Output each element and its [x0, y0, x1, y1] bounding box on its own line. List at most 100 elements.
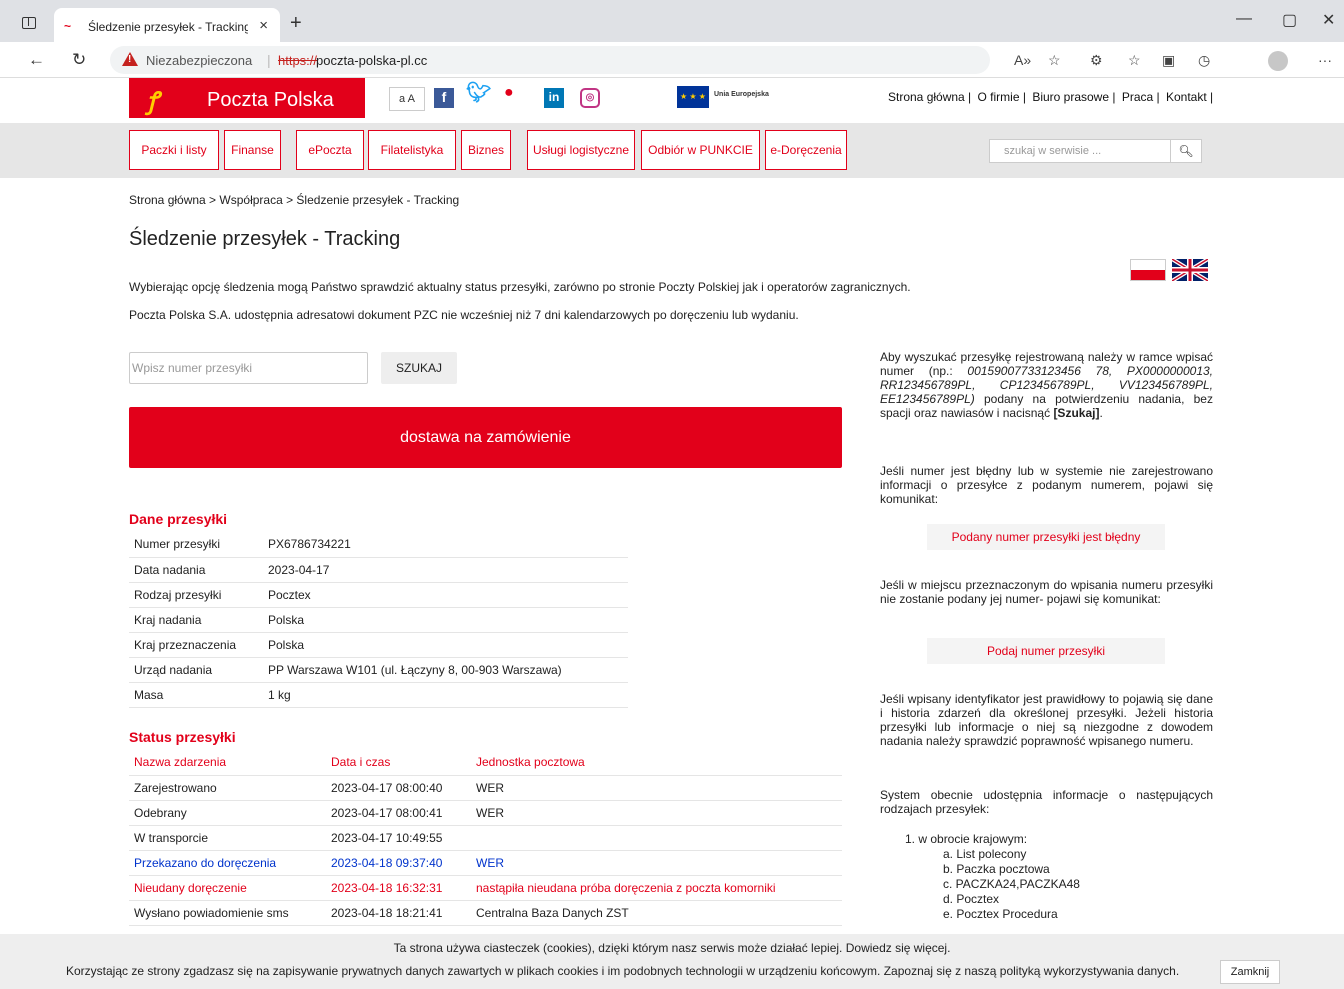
table-row: W transporcie 2023-04-17 10:49:55	[129, 825, 842, 851]
intro-text-1: Wybierając opcję śledzenia mogą Państwo …	[129, 280, 911, 294]
list-item: b. Paczka pocztowa	[943, 862, 1050, 876]
cookie-text-2[interactable]: Korzystając ze strony zgadzasz się na za…	[66, 964, 1179, 978]
horn-logo-icon: ꝭ	[147, 88, 159, 115]
uk-flag-icon[interactable]	[1172, 259, 1208, 281]
main-menu: Paczki i listy Finanse ePoczta Filatelis…	[0, 123, 1344, 178]
postal-unit: nastąpiła nieudana próba doręczenia z po…	[471, 875, 842, 901]
add-favorite-icon[interactable]: ☆	[1048, 52, 1061, 69]
blog-icon[interactable]: ●	[504, 84, 514, 102]
menu-item-epoczta[interactable]: ePoczta	[296, 130, 364, 170]
insecure-label: Niezabezpieczona	[146, 53, 253, 68]
field-value: 2023-04-17	[263, 557, 628, 583]
event-datetime: 2023-04-17 08:00:40	[326, 775, 471, 801]
url-protocol: https://	[278, 53, 318, 68]
table-row: Urząd nadania PP Warszawa W101 (ul. Łączy…	[129, 657, 628, 683]
cookie-banner: Ta strona używa ciasteczek (cookies), dz…	[0, 934, 1344, 989]
table-row: Kraj nadania Polska	[129, 607, 628, 633]
top-link-press[interactable]: Biuro prasowe |	[1032, 90, 1115, 104]
field-value: Polska	[263, 607, 628, 633]
tab-title: Śledzenie przesyłek - Tracking | e	[88, 20, 248, 34]
event-name: Odebrany	[129, 800, 326, 826]
event-datetime: 2023-04-17 08:00:41	[326, 800, 471, 826]
list-item: d. Pocztex	[943, 892, 1000, 906]
menu-item-e-delivery[interactable]: e-Doręczenia	[765, 130, 847, 170]
search-icon[interactable]: 🔍︎	[1170, 139, 1202, 163]
cookie-close-button[interactable]: Zamknij	[1220, 960, 1280, 984]
top-links: Strona główna | O firmie | Biuro prasowe…	[888, 90, 1216, 104]
brand-logo[interactable]: ꝭ Poczta Polska	[129, 78, 365, 118]
history-icon[interactable]: ◷	[1198, 52, 1210, 69]
postal-unit: WER	[471, 850, 842, 876]
cookie-text-1[interactable]: Ta strona używa ciasteczek (cookies), dz…	[0, 941, 1344, 955]
table-row: Data nadania 2023-04-17	[129, 557, 628, 583]
tab-actions-icon[interactable]	[22, 17, 36, 29]
top-link-contact[interactable]: Kontakt |	[1166, 90, 1213, 104]
address-bar: ← ↻ Niezabezpieczona | https:// poczta-p…	[0, 42, 1344, 78]
tracking-number-input[interactable]: Wpisz numer przesyłki	[129, 352, 368, 384]
browser-tab[interactable]: ~ Śledzenie przesyłek - Tracking | e ×	[54, 8, 280, 42]
table-row: Numer przesyłki PX6786734221	[129, 532, 628, 558]
linkedin-icon[interactable]: in	[544, 88, 564, 108]
top-link-home[interactable]: Strona główna |	[888, 90, 971, 104]
more-icon[interactable]: ···	[1318, 52, 1332, 68]
help-paragraph-5: System obecnie udostępnia informacje o n…	[880, 788, 1213, 816]
refresh-icon[interactable]: ↻	[72, 50, 86, 70]
postal-unit: Centralna Baza Danych ZST	[471, 900, 842, 926]
event-name: W transporcie	[129, 825, 326, 851]
table-row: Masa 1 kg	[129, 682, 628, 708]
field-label: Data nadania	[129, 557, 263, 583]
tracking-search-button[interactable]: SZUKAJ	[381, 352, 457, 384]
status-section-title: Status przesyłki	[129, 729, 236, 745]
menu-item-business[interactable]: Biznes	[461, 130, 511, 170]
profile-avatar[interactable]	[1268, 51, 1288, 71]
shipment-section-title: Dane przesyłki	[129, 511, 228, 527]
table-row: Przekazano do doręczenia 2023-04-18 09:37…	[129, 850, 842, 876]
url-host: poczta-polska-pl.cc	[316, 53, 428, 68]
menu-item-parcels[interactable]: Paczki i listy	[129, 130, 219, 170]
menu-item-philately[interactable]: Filatelistyka	[368, 130, 456, 170]
new-tab-icon[interactable]: +	[290, 12, 302, 35]
table-header-row: Nazwa zdarzenia Data i czas Jednostka pocz…	[129, 750, 842, 776]
top-link-about[interactable]: O firmie |	[978, 90, 1026, 104]
url-separator: |	[267, 52, 271, 68]
postal-unit: WER	[471, 800, 842, 826]
delivery-on-demand-button[interactable]: dostawa na zamówienie	[129, 407, 842, 468]
collections-icon[interactable]: ▣	[1162, 52, 1175, 69]
brand-name: Poczta Polska	[207, 89, 334, 111]
top-link-jobs[interactable]: Praca |	[1122, 90, 1160, 104]
minimize-icon[interactable]: —	[1236, 10, 1252, 28]
site-search-input[interactable]: szukaj w serwisie ...	[989, 139, 1171, 163]
twitter-icon[interactable]: 🐦︎	[466, 83, 491, 103]
event-name: Wysłano powiadomienie sms	[129, 900, 326, 926]
facebook-icon[interactable]: f	[434, 88, 454, 108]
help-paragraph-1: Aby wyszukać przesyłkę rejestrowaną nale…	[880, 350, 1213, 420]
table-row: Odebrany 2023-04-17 08:00:41 WER	[129, 800, 842, 826]
field-value: 1 kg	[263, 682, 628, 708]
breadcrumb[interactable]: Strona główna > Współpraca > Śledzenie p…	[129, 193, 459, 207]
menu-item-logistics[interactable]: Usługi logistyczne	[527, 130, 635, 170]
url-field[interactable]: Niezabezpieczona | https:// poczta-polsk…	[110, 46, 990, 74]
field-value: Polska	[263, 632, 628, 658]
menu-item-finance[interactable]: Finanse	[224, 130, 281, 170]
extensions-icon[interactable]: ⚙	[1090, 52, 1103, 69]
instagram-icon[interactable]: ◎	[580, 88, 600, 108]
page: ꝭ Poczta Polska a A f 🐦︎ ● in ◎ ★ ★ ★ Un…	[0, 78, 1344, 989]
help-paragraph-2: Jeśli numer jest błędny lub w systemie n…	[880, 464, 1213, 506]
close-tab-icon[interactable]: ×	[259, 17, 268, 34]
font-size-toggle[interactable]: a A	[389, 87, 425, 111]
favorites-icon[interactable]: ☆	[1128, 52, 1141, 69]
field-label: Rodzaj przesyłki	[129, 582, 263, 608]
error-message-no-number: Podaj numer przesyłki	[927, 638, 1165, 664]
polish-flag-icon[interactable]	[1130, 259, 1166, 281]
eu-flag-icon: ★ ★ ★	[677, 86, 709, 108]
maximize-icon[interactable]: ▢	[1282, 10, 1297, 30]
field-label: Urząd nadania	[129, 657, 263, 683]
back-icon[interactable]: ←	[28, 50, 45, 70]
menu-item-pickup-point[interactable]: Odbiór w PUNKCIE	[641, 130, 760, 170]
column-header: Data i czas	[326, 750, 471, 776]
page-title: Śledzenie przesyłek - Tracking	[129, 228, 401, 250]
read-aloud-icon[interactable]: A»	[1014, 52, 1031, 68]
event-name: Zarejestrowano	[129, 775, 326, 801]
close-window-icon[interactable]: ✕	[1322, 10, 1335, 30]
browser-tab-bar: ~ Śledzenie przesyłek - Tracking | e × +…	[0, 0, 1344, 42]
